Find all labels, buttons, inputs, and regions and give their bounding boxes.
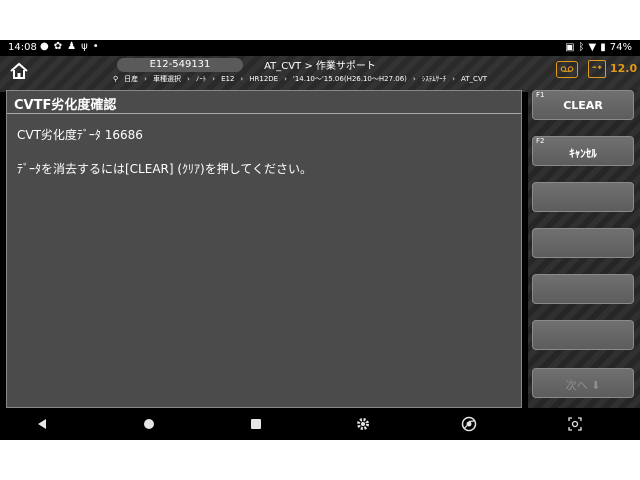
vin-pill: E12-549131 bbox=[117, 58, 243, 72]
battery-status-icon: ▮ bbox=[600, 42, 606, 53]
breadcrumb-item: 日産 bbox=[124, 75, 139, 83]
breadcrumb-item: HR12DE bbox=[249, 75, 279, 83]
screenshot-icon[interactable] bbox=[567, 416, 583, 432]
fkey-3-button[interactable] bbox=[532, 182, 634, 212]
fkey-text: 次へ ⬇ bbox=[565, 379, 601, 392]
main-panel: CVTF劣化度確認 CVT劣化度ﾃﾞｰﾀ 16686 ﾃﾞｰﾀを消去するには[C… bbox=[6, 90, 522, 408]
android-nav-bar bbox=[0, 408, 640, 440]
breadcrumb: ⚲ 日産 › 車種選択 › ﾉｰﾄ › E12 › HR12DE › '14.1… bbox=[113, 74, 487, 84]
function-key-panel: F1 CLEAR F2 ｷｬﾝｾﾙ 次へ ⬇ bbox=[528, 90, 640, 408]
cancel-button[interactable]: F2 ｷｬﾝｾﾙ bbox=[532, 136, 634, 166]
home-circle-icon[interactable] bbox=[141, 416, 157, 432]
fkey-text: ｷｬﾝｾﾙ bbox=[569, 147, 597, 160]
chat-icon: ● bbox=[40, 41, 49, 52]
clear-button[interactable]: F1 CLEAR bbox=[532, 90, 634, 120]
breadcrumb-separator: › bbox=[240, 75, 244, 83]
breadcrumb-item: ｼｽﾃﾑｻｰﾁ bbox=[421, 75, 447, 83]
fkey-label: F2 bbox=[536, 137, 545, 145]
status-right: ▣ ᛒ ▼ ▮ 74% bbox=[565, 42, 632, 53]
device-screen: 14:08 ● ✿ ♟ ψ • ▣ ᛒ ▼ ▮ 74% E12-549131 A… bbox=[0, 40, 640, 440]
breadcrumb-separator: › bbox=[412, 75, 416, 83]
breadcrumb-item: AT_CVT bbox=[461, 75, 488, 83]
location-pin-icon: ⚲ bbox=[113, 75, 119, 83]
status-time: 14:08 bbox=[8, 42, 37, 53]
page-title: AT_CVT > 作業サポート bbox=[264, 61, 376, 72]
fkey-5-button[interactable] bbox=[532, 274, 634, 304]
app-header: E12-549131 AT_CVT > 作業サポート ⚲ 日産 › 車種選択 ›… bbox=[0, 56, 640, 92]
degradation-data-text: CVT劣化度ﾃﾞｰﾀ 16686 bbox=[17, 128, 143, 142]
notification-icons: ● ✿ ♟ ψ • bbox=[40, 41, 99, 52]
wifi-icon: ▼ bbox=[588, 42, 597, 53]
status-bar: 14:08 ● ✿ ♟ ψ • ▣ ᛒ ▼ ▮ 74% bbox=[0, 40, 640, 56]
fkey-label: F1 bbox=[536, 91, 545, 99]
bluetooth-icon: ᛒ bbox=[578, 42, 585, 53]
vibrate-icon: ▣ bbox=[565, 42, 575, 53]
fkey-4-button[interactable] bbox=[532, 228, 634, 258]
settings-notify-icon: ✿ bbox=[53, 41, 63, 52]
breadcrumb-separator: › bbox=[186, 75, 190, 83]
dot-icon: • bbox=[92, 41, 99, 52]
breadcrumb-separator: › bbox=[144, 75, 147, 83]
breadcrumb-item: ﾉｰﾄ bbox=[195, 75, 207, 83]
breadcrumb-item: '14.10～'15.06(H26.10～H27.06) bbox=[292, 75, 407, 83]
home-icon[interactable] bbox=[8, 61, 30, 81]
voltage-readout: 12.0 bbox=[610, 62, 638, 75]
usb-icon: ψ bbox=[81, 41, 88, 52]
breadcrumb-item: E12 bbox=[221, 75, 235, 83]
breadcrumb-separator: › bbox=[284, 75, 287, 83]
battery-percent: 74% bbox=[609, 42, 632, 53]
instruction-text: ﾃﾞｰﾀを消去するには[CLEAR] (ｸﾘｱ)を押してください。 bbox=[17, 162, 313, 176]
next-button[interactable]: 次へ ⬇ bbox=[532, 368, 634, 398]
gear-icon[interactable] bbox=[355, 416, 371, 432]
breadcrumb-separator: › bbox=[452, 75, 456, 83]
recorder-icon[interactable] bbox=[556, 61, 578, 78]
fkey-6-button[interactable] bbox=[532, 320, 634, 350]
chrome-icon[interactable] bbox=[461, 416, 477, 432]
panel-title: CVTF劣化度確認 bbox=[7, 91, 521, 114]
breadcrumb-separator: › bbox=[212, 75, 216, 83]
battery-voltage-icon bbox=[588, 60, 606, 78]
person-icon: ♟ bbox=[67, 41, 77, 52]
breadcrumb-item: 車種選択 bbox=[152, 75, 181, 83]
back-icon[interactable] bbox=[34, 416, 50, 432]
fkey-text: CLEAR bbox=[563, 99, 603, 112]
recents-icon[interactable] bbox=[248, 416, 264, 432]
